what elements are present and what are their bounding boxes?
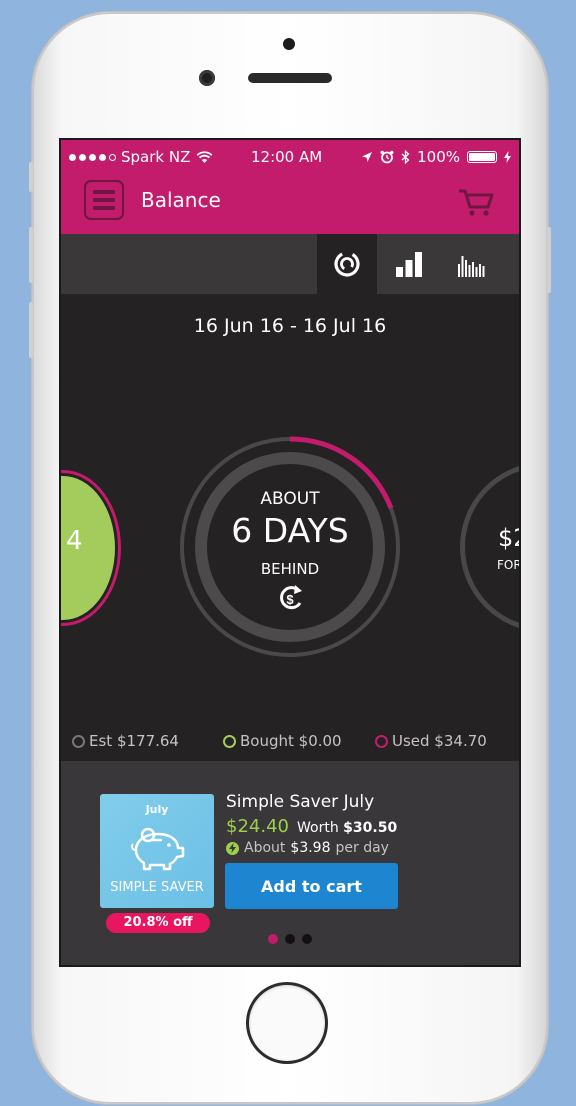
tab-gauge[interactable] <box>317 234 377 294</box>
battery-icon <box>467 151 497 163</box>
status-right: 100% <box>361 148 511 166</box>
battery-percentage: 100% <box>417 148 460 166</box>
power-button <box>547 227 551 293</box>
legend-used-text: Used $34.70 <box>392 732 487 750</box>
svg-text:$: $ <box>286 592 294 607</box>
offer-price: $24.40 <box>226 816 289 837</box>
legend-bought: Bought $0.00 <box>223 732 342 750</box>
offer-panel: July SIMPLE SAVER 20.8% off Simple Saver… <box>61 761 519 965</box>
home-button[interactable] <box>249 985 325 1061</box>
pager-dot[interactable] <box>285 934 295 944</box>
charging-bolt-icon <box>504 151 511 163</box>
next-gauge-value: $2 <box>498 524 519 552</box>
histogram-view-icon <box>458 256 485 277</box>
shopping-cart-icon[interactable] <box>457 186 495 218</box>
tab-bar-chart[interactable] <box>379 234 439 294</box>
add-to-cart-button[interactable]: Add to cart <box>225 863 398 909</box>
volume-down-button <box>29 302 33 358</box>
bought-marker <box>223 734 236 748</box>
pager-dot[interactable] <box>268 934 278 944</box>
status-bar: Spark NZ 12:00 AM 100% <box>61 140 519 174</box>
alarm-clock-icon <box>380 150 394 164</box>
legend-estimated: Est $177.64 <box>72 732 179 750</box>
per-day-value: $3.98 <box>290 840 331 856</box>
volume-up-button <box>29 227 33 283</box>
bolt-icon <box>226 841 239 855</box>
product-tile-name: SIMPLE SAVER <box>110 880 204 895</box>
pager-dot[interactable] <box>302 934 312 944</box>
offer-title: Simple Saver July <box>226 792 375 812</box>
used-marker <box>375 734 388 748</box>
gauge-view-icon <box>334 251 360 277</box>
per-day-suffix: per day <box>335 840 389 856</box>
product-tile-month: July <box>145 803 169 816</box>
piggy-bank-icon <box>131 827 185 871</box>
signal-dot <box>89 153 96 161</box>
refund-icon: $ <box>280 585 302 610</box>
legend-bought-text: Bought $0.00 <box>240 732 342 750</box>
product-tile[interactable]: July SIMPLE SAVER <box>100 794 214 908</box>
estimated-marker <box>72 734 85 748</box>
carrier-name: Spark NZ <box>121 148 191 166</box>
signal-dot <box>99 153 106 161</box>
status-time: 12:00 AM <box>251 148 323 166</box>
days-behind-gauge[interactable]: ABOUT 6 DAYS BEHIND $ <box>179 436 401 658</box>
signal-dot <box>69 153 76 161</box>
next-gauge-card[interactable]: $2 FOR <box>460 462 519 632</box>
usage-legend: Est $177.64 Bought $0.00 Used $34.70 <box>61 732 519 752</box>
earpiece-speaker <box>248 73 332 83</box>
nav-bar: Balance <box>61 174 519 234</box>
per-day-info: About $3.98 per day <box>226 840 389 856</box>
page-title: Balance <box>141 188 221 212</box>
carrier-info: Spark NZ <box>69 148 213 166</box>
signal-dot <box>79 153 86 161</box>
worth-value: $30.50 <box>343 820 398 836</box>
proximity-sensor <box>283 38 295 50</box>
discount-badge: 20.8% off <box>106 913 210 933</box>
app-screen: Spark NZ 12:00 AM 100% Balance 16 Jun 16… <box>61 140 519 965</box>
carousel-pager <box>268 934 312 944</box>
previous-gauge-card[interactable]: 4 <box>61 470 121 626</box>
gauge-value: 6 DAYS <box>231 511 349 550</box>
legend-estimated-text: Est $177.64 <box>89 732 179 750</box>
legend-used: Used $34.70 <box>375 732 487 750</box>
worth-label: Worth <box>296 820 339 836</box>
signal-dot <box>109 153 116 161</box>
bluetooth-icon <box>401 150 410 164</box>
previous-gauge-value: 4 <box>66 526 83 556</box>
location-arrow-icon <box>362 152 373 162</box>
wifi-icon <box>196 150 213 163</box>
offer-worth: Worth $30.50 <box>297 820 397 836</box>
front-camera <box>199 70 215 86</box>
bar-chart-view-icon <box>396 252 422 277</box>
billing-period-date-range: 16 Jun 16 - 16 Jul 16 <box>193 315 387 337</box>
gauge-label-top: ABOUT <box>260 489 320 509</box>
price-row: $24.40 Worth $30.50 <box>226 816 397 837</box>
silent-switch <box>29 162 33 192</box>
tab-histogram[interactable] <box>441 234 501 294</box>
view-tabs <box>61 234 519 294</box>
gauge-label-bottom: BEHIND <box>260 560 320 578</box>
per-day-prefix: About <box>244 840 286 856</box>
next-gauge-label: FOR <box>497 558 519 572</box>
hamburger-menu-icon[interactable] <box>84 180 124 220</box>
